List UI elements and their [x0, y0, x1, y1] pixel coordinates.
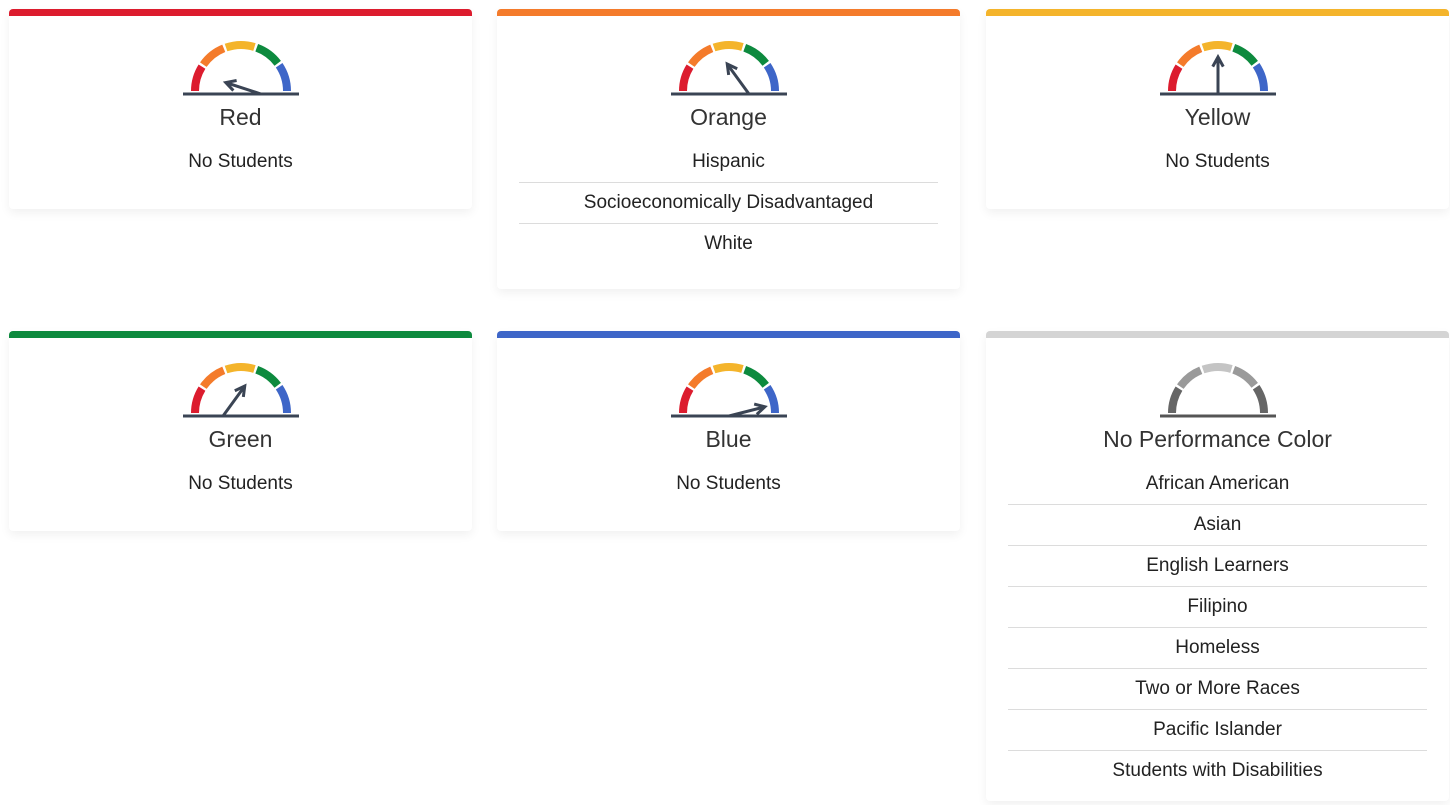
card-blue: Blue No Students — [497, 331, 960, 531]
student-group-item: African American — [1145, 473, 1290, 494]
gauge-segment — [687, 44, 713, 68]
performance-color-title: Yellow — [1184, 104, 1251, 130]
color-bar — [497, 9, 960, 16]
student-group-item: Hispanic — [692, 151, 765, 172]
gauge-icon — [1159, 41, 1276, 96]
gauge-segment — [199, 366, 225, 390]
performance-color-title: Red — [219, 104, 262, 130]
performance-color-title: Green — [208, 426, 273, 452]
student-group-list: No Students — [31, 473, 450, 504]
gauge-segment — [1176, 44, 1202, 68]
color-bar — [9, 9, 472, 16]
gauge-segment — [1252, 63, 1268, 92]
gauge-segment — [1176, 366, 1202, 390]
gauge-needle — [725, 63, 750, 95]
gauge-segment — [678, 386, 693, 414]
gauge-segment — [1167, 64, 1182, 92]
student-group-item: Pacific Islander — [1008, 709, 1427, 750]
performance-color-title: Blue — [705, 426, 752, 452]
gauge-segment — [275, 63, 291, 92]
gauge-segment — [199, 44, 225, 68]
student-group-item: English Learners — [1008, 545, 1427, 586]
performance-color-title: Orange — [690, 104, 767, 130]
gauge-segment — [1201, 41, 1233, 52]
gauge-icon — [1159, 363, 1276, 418]
gauge-segment — [275, 385, 291, 414]
color-bar — [986, 331, 1449, 338]
gauge-segment — [1231, 366, 1258, 388]
gauge-segment — [1231, 44, 1258, 66]
student-group-list: No Students — [519, 473, 938, 504]
student-group-item: Two or More Races — [1008, 668, 1427, 709]
student-group-item: Asian — [1008, 504, 1427, 545]
gauge-segment — [763, 385, 779, 414]
card-orange: Orange Hispanic Socioeconomically Disadv… — [497, 9, 960, 289]
color-bar — [497, 331, 960, 338]
gauge-segment — [678, 64, 693, 92]
gauge-segment — [224, 41, 256, 52]
gauge-segment — [763, 63, 779, 92]
gauge-segment — [190, 64, 205, 92]
gauge-segment — [712, 363, 744, 374]
student-group-list: African American Asian English Learners … — [1008, 473, 1427, 791]
student-group-list: Hispanic Socioeconomically Disadvantaged… — [519, 151, 938, 264]
gauge-needle — [221, 385, 246, 417]
gauge-icon — [670, 363, 787, 418]
gauge-segment — [687, 366, 713, 390]
gauge-segment — [742, 366, 769, 388]
color-bar — [9, 331, 472, 338]
student-group-item: Homeless — [1008, 627, 1427, 668]
student-group-item: Students with Disabilities — [1008, 750, 1427, 791]
card-yellow: Yellow No Students — [986, 9, 1449, 209]
color-bar — [986, 9, 1449, 16]
gauge-icon — [182, 41, 299, 96]
gauge-icon — [670, 41, 787, 96]
student-group-item: No Students — [1165, 151, 1270, 172]
student-group-list: No Students — [31, 151, 450, 182]
gauge-segment — [742, 44, 769, 66]
gauge-segment — [1201, 363, 1233, 374]
gauge-segment — [1252, 385, 1268, 414]
gauge-segment — [712, 41, 744, 52]
gauge-segment — [254, 44, 281, 66]
student-group-item: No Students — [188, 151, 293, 172]
student-group-list: No Students — [1008, 151, 1427, 182]
student-group-item: White — [519, 223, 938, 264]
gauge-segment — [254, 366, 281, 388]
gauge-segment — [224, 363, 256, 374]
student-group-item: No Students — [676, 473, 781, 494]
student-group-item: Filipino — [1008, 586, 1427, 627]
gauge-icon — [182, 363, 299, 418]
card-red: Red No Students — [9, 9, 472, 209]
gauge-segment — [190, 386, 205, 414]
performance-color-title: No Performance Color — [1103, 426, 1332, 452]
card-no-performance-color: No Performance Color African American As… — [986, 331, 1449, 801]
card-green: Green No Students — [9, 331, 472, 531]
gauge-segment — [1167, 386, 1182, 414]
student-group-item: No Students — [188, 473, 293, 494]
student-group-item: Socioeconomically Disadvantaged — [519, 182, 938, 223]
